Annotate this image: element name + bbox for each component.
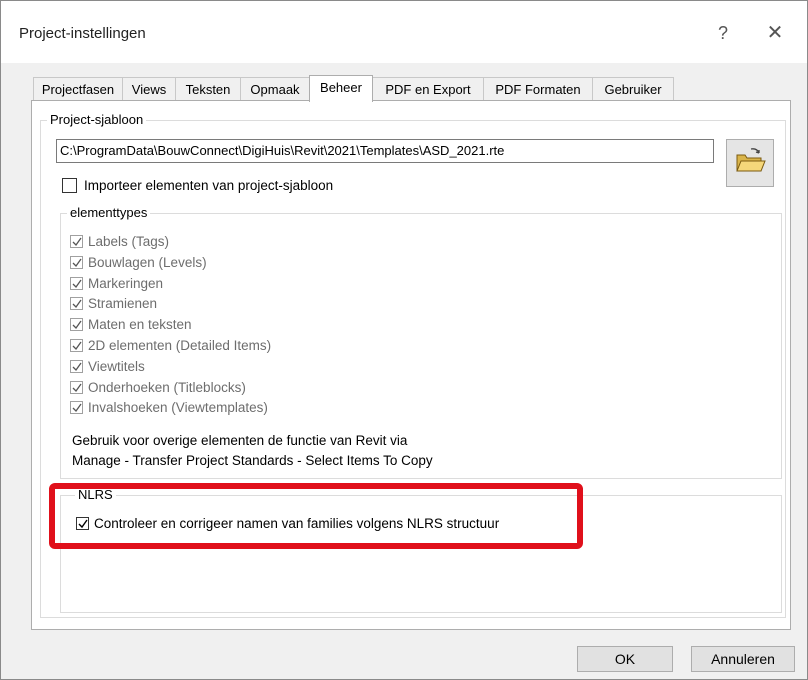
tab-projectfasen[interactable]: Projectfasen: [33, 77, 123, 100]
checkmark-icon: [72, 237, 82, 247]
tab-gebruiker[interactable]: Gebruiker: [592, 77, 674, 100]
elementtype-checkbox[interactable]: [70, 339, 83, 352]
import-elements-label: Importeer elementen van project-sjabloon: [84, 178, 334, 193]
checkmark-icon: [72, 383, 82, 392]
nlrs-checkbox-label: Controleer en corrigeer namen van famili…: [94, 516, 500, 531]
browse-button[interactable]: [726, 139, 774, 187]
tab-opmaak[interactable]: Opmaak: [240, 77, 310, 100]
title-bar: Project-instellingen ? ✕: [1, 1, 807, 63]
tab-pdf-en-export[interactable]: PDF en Export: [372, 77, 484, 100]
nlrs-legend: NLRS: [75, 487, 116, 502]
tab-pdf-formaten[interactable]: PDF Formaten: [483, 77, 593, 100]
beheer-panel: Project-sjabloon C:\ProgramData\BouwConn…: [31, 100, 791, 630]
checkmark-icon: [72, 258, 82, 267]
tab-beheer[interactable]: Beheer: [309, 75, 373, 102]
checkmark-icon: [72, 300, 82, 309]
tab-teksten[interactable]: Teksten: [175, 77, 241, 100]
checkmark-icon: [72, 341, 82, 351]
elementtype-label: Bouwlagen (Levels): [88, 254, 207, 270]
checkmark-icon: [72, 279, 82, 288]
elementtype-checkbox[interactable]: [70, 297, 83, 311]
revit-note-line1: Gebruik voor overige elementen de functi…: [72, 433, 408, 448]
elementtype-checkbox[interactable]: [70, 318, 83, 332]
elementtype-label: Maten en teksten: [88, 317, 192, 333]
elementtype-label: Stramienen: [88, 296, 158, 312]
project-template-legend: Project-sjabloon: [47, 112, 147, 127]
elementtype-label: Invalshoeken (Viewtemplates): [88, 400, 268, 416]
elementtype-label: Markeringen: [88, 275, 164, 291]
elementtypes-legend: elementtypes: [67, 205, 151, 220]
template-path-input[interactable]: C:\ProgramData\BouwConnect\DigiHuis\Revi…: [56, 139, 714, 163]
elementtype-checkbox[interactable]: [70, 276, 83, 290]
revit-note-line2: Manage - Transfer Project Standards - Se…: [72, 453, 433, 468]
project-settings-dialog: Project-instellingen ? ✕ Projectfasen Vi…: [0, 0, 808, 680]
nlrs-group: NLRS: [60, 487, 782, 613]
elementtype-checkbox[interactable]: [70, 235, 83, 248]
tab-views[interactable]: Views: [122, 77, 176, 100]
nlrs-checkbox[interactable]: [76, 517, 89, 530]
checkmark-icon: [78, 519, 88, 529]
window-title: Project-instellingen: [19, 25, 146, 42]
elementtype-checkbox[interactable]: [70, 359, 83, 373]
elementtype-label: Viewtitels: [88, 358, 145, 374]
elementtype-checkbox[interactable]: [70, 401, 83, 415]
elementtype-label: Onderhoeken (Titleblocks): [88, 379, 246, 395]
ok-button[interactable]: OK: [577, 646, 673, 672]
elementtype-label: Labels (Tags): [88, 234, 170, 249]
help-button[interactable]: ?: [701, 15, 745, 51]
open-folder-icon: [727, 148, 773, 189]
elementtype-checkbox[interactable]: [70, 255, 83, 269]
close-button[interactable]: ✕: [753, 15, 797, 51]
elementtype-label: 2D elementen (Detailed Items): [88, 338, 272, 353]
cancel-button[interactable]: Annuleren: [691, 646, 795, 672]
import-elements-checkbox[interactable]: [62, 178, 77, 193]
checkmark-icon: [72, 404, 82, 413]
checkmark-icon: [72, 320, 82, 330]
elementtype-checkbox[interactable]: [70, 380, 83, 394]
checkmark-icon: [72, 362, 82, 371]
